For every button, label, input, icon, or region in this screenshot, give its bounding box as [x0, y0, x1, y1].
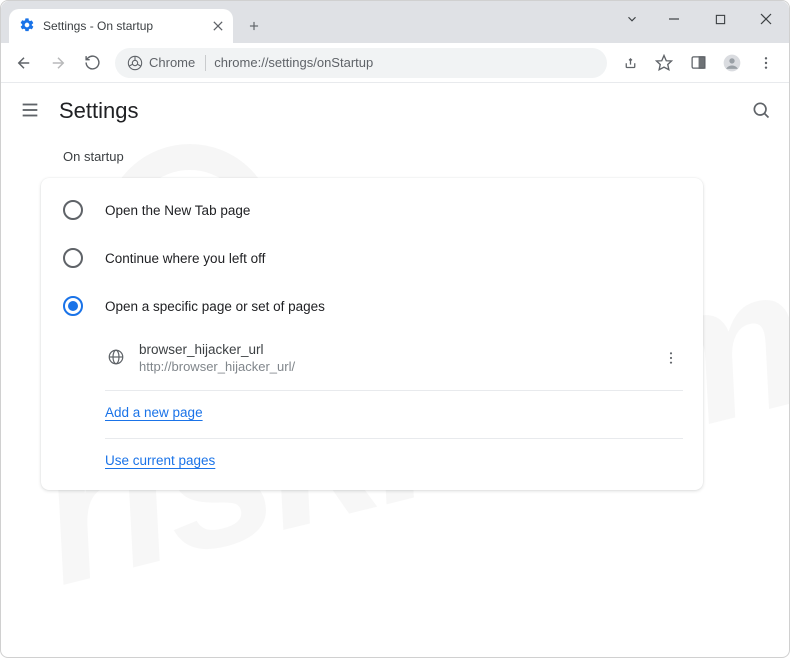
- tab-active[interactable]: Settings - On startup: [9, 9, 233, 43]
- close-tab-button[interactable]: [213, 19, 223, 34]
- profile-button[interactable]: [717, 48, 747, 78]
- gear-icon: [19, 17, 35, 36]
- radio-icon: [63, 200, 83, 220]
- startup-card: Open the New Tab page Continue where you…: [41, 178, 703, 490]
- address-bar[interactable]: Chrome chrome://settings/onStartup: [115, 48, 607, 78]
- radio-label: Open a specific page or set of pages: [105, 299, 325, 314]
- page-title: Settings: [59, 98, 139, 124]
- menu-icon[interactable]: [19, 99, 41, 124]
- radio-label: Open the New Tab page: [105, 203, 250, 218]
- startup-page-url: http://browser_hijacker_url/: [139, 359, 641, 374]
- startup-page-entry: browser_hijacker_url http://browser_hija…: [105, 330, 683, 386]
- radio-icon: [63, 248, 83, 268]
- url-text: chrome://settings/onStartup: [214, 55, 595, 70]
- tab-search-button[interactable]: [613, 1, 651, 37]
- chrome-logo-icon: [127, 55, 143, 71]
- add-new-page-link[interactable]: Add a new page: [105, 405, 203, 420]
- forward-button[interactable]: [43, 48, 73, 78]
- browser-menu-button[interactable]: [751, 48, 781, 78]
- minimize-button[interactable]: [651, 1, 697, 37]
- back-button[interactable]: [9, 48, 39, 78]
- radio-label: Continue where you left off: [105, 251, 265, 266]
- browser-toolbar: Chrome chrome://settings/onStartup: [1, 43, 789, 83]
- radio-specific-pages[interactable]: Open a specific page or set of pages: [41, 282, 703, 330]
- site-info-button[interactable]: Chrome: [127, 55, 206, 71]
- reload-button[interactable]: [77, 48, 107, 78]
- radio-continue[interactable]: Continue where you left off: [41, 234, 703, 282]
- close-window-button[interactable]: [743, 1, 789, 37]
- startup-page-name: browser_hijacker_url: [139, 342, 641, 357]
- section-title-on-startup: On startup: [41, 149, 749, 164]
- window-controls: [613, 1, 789, 37]
- origin-label: Chrome: [149, 55, 195, 70]
- radio-open-new-tab[interactable]: Open the New Tab page: [41, 186, 703, 234]
- settings-page: Settings On startup Open the New Tab pag…: [1, 83, 789, 657]
- share-button[interactable]: [615, 48, 645, 78]
- radio-icon: [63, 296, 83, 316]
- page-entry-menu-button[interactable]: [655, 342, 687, 374]
- maximize-button[interactable]: [697, 1, 743, 37]
- globe-icon: [107, 348, 125, 369]
- use-current-pages-link[interactable]: Use current pages: [105, 453, 215, 468]
- new-tab-button[interactable]: [239, 11, 269, 41]
- search-settings-button[interactable]: [751, 100, 771, 123]
- bookmark-button[interactable]: [649, 48, 679, 78]
- tab-title: Settings - On startup: [43, 19, 205, 33]
- side-panel-button[interactable]: [683, 48, 713, 78]
